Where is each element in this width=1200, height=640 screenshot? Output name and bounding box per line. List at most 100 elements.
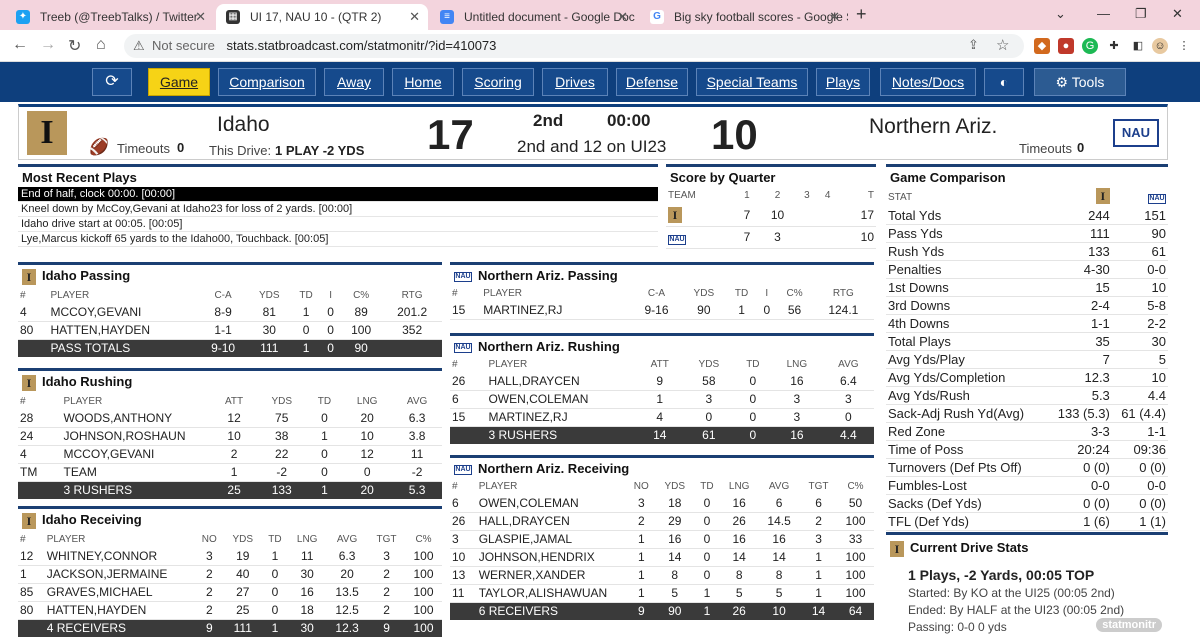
browser-tab-google-docs[interactable]: ≡ Untitled document - Google Doc ✕ bbox=[430, 4, 636, 30]
col-header: C% bbox=[786, 288, 803, 300]
extension-icon[interactable]: ● bbox=[1058, 38, 1074, 54]
stat-cell: 16 bbox=[655, 530, 694, 550]
col-header: STAT bbox=[888, 191, 913, 203]
browser-tab-statbroadcast[interactable]: ▦ UI 17, NAU 10 - (QTR 2) ✕ bbox=[216, 4, 428, 30]
col-header: # bbox=[452, 359, 458, 371]
stat-cell: 8-9 bbox=[198, 303, 248, 322]
nav-notes-docs[interactable]: Notes/Docs bbox=[880, 68, 976, 96]
profile-avatar[interactable]: ☺ bbox=[1152, 38, 1168, 54]
table-row: 85 GRAVES,MICHAEL 2 27 0 16 13.5 2 100 bbox=[18, 583, 442, 602]
extension-icon[interactable]: ◆ bbox=[1034, 38, 1050, 54]
play-item: Idaho drive start at 00:05. [00:05] bbox=[18, 217, 658, 232]
stat-name: Turnovers (Def Pts Off) bbox=[886, 458, 1048, 477]
side-panel-icon[interactable]: ◧ bbox=[1130, 38, 1146, 54]
col-header: YDS bbox=[698, 359, 720, 371]
stat-cell: 12.3 bbox=[326, 619, 369, 637]
stat-cell: 1 bbox=[290, 303, 322, 322]
close-tab-icon[interactable]: ✕ bbox=[409, 4, 420, 30]
nav-home[interactable]: Home bbox=[392, 68, 454, 96]
panel-title-row: I Idaho Rushing bbox=[18, 371, 442, 393]
stat-cell: 3 bbox=[683, 390, 735, 410]
stat-cell: 1 bbox=[693, 602, 721, 621]
close-tab-icon[interactable]: ✕ bbox=[195, 4, 206, 30]
comparison-row: Total Plays 35 30 bbox=[886, 332, 1168, 351]
nau-logo-icon: NAU bbox=[454, 464, 472, 475]
stat-cell: 4.4 bbox=[822, 426, 874, 445]
nav-drives[interactable]: Drives bbox=[542, 68, 608, 96]
comparison-row: Avg Yds/Rush 5.3 4.4 bbox=[886, 386, 1168, 405]
table-row: 12 WHITNEY,CONNOR 3 19 1 11 6.3 3 100 bbox=[18, 547, 442, 566]
stat-cell: 3 bbox=[368, 547, 405, 566]
col-header: PLAYER bbox=[478, 481, 518, 493]
idaho-value: 1 (6) bbox=[1047, 512, 1112, 531]
stat-cell: 1 bbox=[306, 481, 343, 499]
menu-dots-icon[interactable]: ⋮ bbox=[1176, 38, 1192, 54]
nav-scoring[interactable]: Scoring bbox=[462, 68, 534, 96]
stat-cell: 30 bbox=[288, 619, 327, 637]
stat-name: Penalties bbox=[886, 260, 1048, 279]
nav-game[interactable]: Game bbox=[148, 68, 210, 96]
panel-title-row: I Current Drive Stats bbox=[886, 535, 1168, 559]
col-header: C-A bbox=[214, 289, 232, 301]
stat-cell: 6 bbox=[758, 495, 801, 514]
theme-toggle-button[interactable]: ◐ bbox=[984, 68, 1024, 96]
nav-special-teams[interactable]: Special Teams bbox=[696, 68, 808, 96]
tab-search-icon[interactable]: ⌄ bbox=[1055, 6, 1066, 22]
nav-defense[interactable]: Defense bbox=[616, 68, 688, 96]
stat-cell: 89 bbox=[340, 303, 383, 322]
stat-cell: 3 bbox=[626, 495, 656, 514]
stat-cell: 0 bbox=[822, 408, 874, 428]
stat-cell: 5 bbox=[758, 584, 801, 604]
nau-value: 09:36 bbox=[1111, 440, 1168, 459]
address-bar[interactable]: ⚠ Not secure stats.statbroadcast.com/sta… bbox=[124, 34, 1024, 58]
new-tab-icon[interactable]: + bbox=[856, 4, 867, 25]
stat-cell: 3 bbox=[771, 390, 823, 410]
minimize-icon[interactable]: — bbox=[1097, 6, 1110, 21]
stat-cell: 1 bbox=[211, 463, 257, 482]
restore-icon[interactable]: ❐ bbox=[1135, 6, 1147, 22]
nav-away[interactable]: Away bbox=[324, 68, 384, 96]
stat-cell: 100 bbox=[405, 583, 442, 602]
comparison-row: Total Yds 244 151 bbox=[886, 207, 1168, 225]
stat-cell: 30 bbox=[247, 321, 291, 340]
player-name: HATTEN,HAYDEN bbox=[48, 321, 199, 340]
idaho-value: 2-4 bbox=[1047, 296, 1112, 315]
browser-tab-strip: ✦ Treeb (@TreebTalks) / Twitter ✕ ▦ UI 1… bbox=[0, 0, 1200, 30]
jersey-number bbox=[18, 481, 62, 499]
drive-summary: 1 Plays, -2 Yards, 00:05 TOP bbox=[908, 566, 1095, 583]
back-arrow-icon[interactable]: ← bbox=[12, 36, 28, 54]
player-name: 3 RUSHERS bbox=[61, 481, 212, 499]
cell bbox=[796, 226, 818, 249]
grammarly-icon[interactable]: G bbox=[1082, 38, 1098, 54]
stat-cell: 1 bbox=[626, 530, 656, 550]
window-close-icon[interactable]: ✕ bbox=[1172, 6, 1183, 22]
player-name: PASS TOTALS bbox=[48, 339, 199, 357]
reload-icon[interactable]: ↻ bbox=[68, 36, 81, 56]
home-score: 17 bbox=[427, 111, 474, 158]
stat-cell: 1 bbox=[261, 547, 289, 566]
home-icon[interactable]: ⌂ bbox=[96, 36, 106, 54]
bookmark-star-icon[interactable]: ☆ bbox=[996, 36, 1009, 54]
close-tab-icon[interactable]: ✕ bbox=[617, 4, 628, 30]
stat-cell: 16 bbox=[720, 495, 759, 514]
share-icon[interactable]: ⇪ bbox=[968, 37, 979, 53]
stat-cell: 14 bbox=[655, 548, 694, 568]
nav-comparison[interactable]: Comparison bbox=[218, 68, 316, 96]
browser-tab-google-search[interactable]: G Big sky football scores - Google S ✕ bbox=[640, 4, 848, 30]
stat-cell: 133 bbox=[256, 481, 307, 499]
col-header: PLAYER bbox=[488, 359, 528, 371]
comparison-row: 1st Downs 15 10 bbox=[886, 278, 1168, 297]
refresh-button[interactable]: ⟳ bbox=[92, 68, 132, 96]
stat-name: 1st Downs bbox=[886, 278, 1048, 297]
stat-cell: 100 bbox=[405, 547, 442, 566]
tools-button[interactable]: ⚙ Tools bbox=[1034, 68, 1126, 96]
forward-arrow-icon[interactable]: → bbox=[40, 36, 56, 54]
nav-plays[interactable]: Plays bbox=[816, 68, 870, 96]
browser-tab-twitter[interactable]: ✦ Treeb (@TreebTalks) / Twitter ✕ bbox=[6, 4, 214, 30]
close-tab-icon[interactable]: ✕ bbox=[829, 4, 840, 30]
stat-cell: 0 bbox=[683, 408, 735, 428]
extensions-puzzle-icon[interactable]: ✚ bbox=[1106, 38, 1122, 54]
stat-cell: 2 bbox=[194, 565, 224, 584]
col-header: C-A bbox=[647, 288, 666, 300]
idaho-logo-icon: I bbox=[1095, 188, 1110, 204]
